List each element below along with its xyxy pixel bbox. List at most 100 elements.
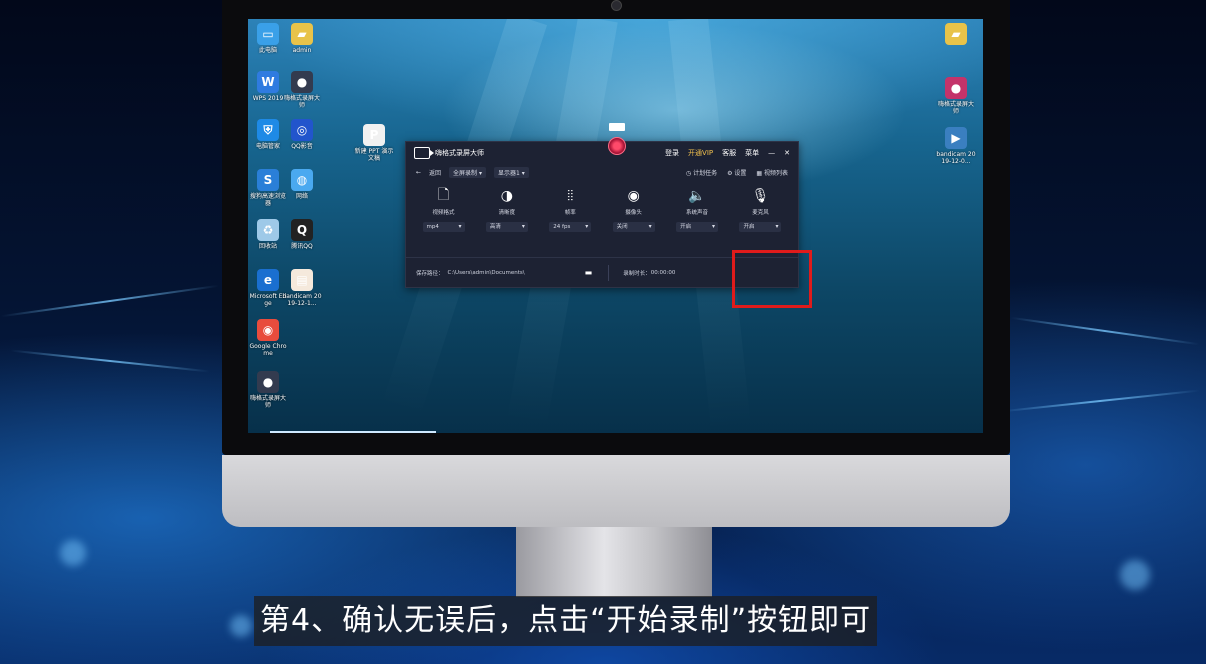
desktop-icon[interactable]: ◉ Google Chrome: [248, 319, 288, 357]
feature-label: 视频格式: [432, 210, 455, 216]
feature-framerate: ⦙⦙ 帧率 24 fps: [543, 186, 598, 232]
desktop-icon[interactable]: ◎ QQ影音: [282, 119, 322, 150]
desktop-icon-label: 嗨格式录屏大师: [283, 95, 320, 109]
desktop-icon-label: bandicam 2019-12-0...: [936, 151, 976, 165]
close-button[interactable]: ✕: [784, 149, 790, 157]
computer-icon: ▭: [257, 23, 279, 45]
vip-link[interactable]: 开通VIP: [688, 148, 713, 158]
clock-icon: ◷: [685, 169, 694, 177]
schedule-label: 计划任务: [693, 169, 718, 177]
service-link[interactable]: 客服: [722, 148, 736, 158]
back-arrow-icon[interactable]: ←: [416, 169, 421, 176]
system-audio-dropdown[interactable]: 开启: [676, 222, 719, 232]
desktop-icon[interactable]: ▰ admin: [282, 23, 322, 54]
recycle-bin-icon: ♻: [257, 219, 279, 241]
feature-label: 清晰度: [498, 210, 516, 216]
highlight-box: [732, 250, 812, 308]
feature-row: 🗋 视频格式 mp4 ◑ 清晰度 高清 ⦙⦙ 帧率 24 fps ◉ 摄像头 关…: [406, 180, 798, 232]
desktop-icon[interactable]: ▤ bandicam 2019-12-1...: [282, 269, 322, 307]
app-title: 嗨格式录屏大师: [435, 149, 484, 157]
folder-icon: ▰: [945, 23, 967, 45]
grid-icon: ▦: [756, 169, 764, 177]
recorder-icon: ●: [291, 71, 313, 93]
desktop-icon[interactable]: ▰: [936, 23, 976, 47]
desktop-icon[interactable]: ▶ bandicam 2019-12-0...: [936, 127, 976, 165]
taskbar-indicator: [270, 431, 436, 433]
desktop-icon-label: 嗨格式录屏大师: [249, 395, 286, 409]
desktop-icon-label: admin: [292, 47, 312, 54]
schedule-button[interactable]: ◷ 计划任务: [686, 168, 717, 177]
feature-system-audio: 🔈 系统声音 开启: [670, 186, 725, 232]
settings-label: 设置: [734, 169, 747, 177]
menu-link[interactable]: 菜单: [745, 148, 759, 158]
monitor-chin: [222, 455, 1010, 527]
login-link[interactable]: 登录: [665, 148, 679, 158]
desktop-icon[interactable]: ● 嗨格式录屏大师: [282, 71, 322, 109]
feature-label: 帧率: [564, 210, 576, 216]
back-button[interactable]: 返回: [429, 168, 441, 177]
wps-icon: W: [257, 71, 279, 93]
user-folder-icon: ▰: [291, 23, 313, 45]
quality-dropdown[interactable]: 高清: [485, 222, 528, 232]
image-file-icon: ▤: [291, 269, 313, 291]
feature-label: 系统声音: [686, 210, 709, 216]
duration-value: 00:00:00: [650, 269, 676, 276]
desktop-icon[interactable]: P 新建 PPT 演示文稿: [354, 124, 394, 162]
desktop-icon-label: QQ影音: [291, 143, 313, 150]
desktop-icon-label: 嗨格式录屏大师: [937, 101, 974, 115]
camera-icon: ◉: [627, 188, 640, 204]
desktop-icon-label: 网络: [295, 193, 308, 200]
feature-label: 麦克风: [752, 210, 769, 216]
feature-microphone: 🎙 麦克风 开启: [733, 186, 788, 232]
light-streak: [10, 349, 210, 373]
settings-button[interactable]: ⚙ 设置: [727, 168, 746, 177]
save-path-value: C:\Users\admin\Documents\: [447, 269, 525, 276]
video-file-icon: ▶: [945, 127, 967, 149]
feature-camera: ◉ 摄像头 关闭: [606, 186, 661, 232]
desktop-icon[interactable]: ◍ 网络: [282, 169, 322, 200]
network-icon: ◍: [291, 169, 313, 191]
desktop-icon-label: 腾讯QQ: [291, 243, 313, 250]
desktop-icon[interactable]: Q 腾讯QQ: [282, 219, 322, 250]
browser-icon: S: [257, 169, 279, 191]
minimize-button[interactable]: —: [768, 149, 775, 157]
waveform-icon: ⦙⦙: [567, 188, 574, 204]
video-list-button[interactable]: ▦ 视频列表: [756, 168, 788, 177]
light-streak: [1010, 316, 1200, 346]
desktop-icon-label: Google Chrome: [249, 343, 287, 357]
light-streak: [1000, 389, 1200, 413]
display-value: 显示器1: [497, 169, 520, 177]
recorder-icon: ●: [257, 371, 279, 393]
mode-value: 全屏录制: [453, 169, 478, 177]
subtitle-caption: 第4、确认无误后，点击“开始录制”按钮即可: [254, 596, 878, 646]
start-record-button[interactable]: [608, 137, 626, 155]
desktop-icon[interactable]: ● 嗨格式录屏大师: [248, 371, 288, 409]
desktop-screen: ▭ 此电脑 ▰ admin W WPS 2019 ● 嗨格式录屏大师 ⛨ 电脑管家 ◎ QQ影音 P 新建…: [248, 19, 983, 433]
desktop-icon[interactable]: ● 嗨格式录屏大师: [936, 77, 976, 115]
ppt-file-icon: P: [363, 124, 385, 146]
save-path-label: 保存路径：: [416, 270, 444, 277]
contrast-icon: ◑: [500, 188, 513, 204]
chrome-icon: ◉: [257, 319, 279, 341]
framerate-dropdown[interactable]: 24 fps: [549, 222, 592, 232]
webcam-icon: [611, 0, 622, 11]
recorder-icon: ●: [945, 77, 967, 99]
divider: [608, 264, 610, 281]
microphone-dropdown[interactable]: 开启: [739, 222, 782, 232]
shield-icon: ⛨: [257, 119, 279, 141]
folder-icon[interactable]: ▬: [585, 268, 593, 277]
camera-dropdown[interactable]: 关闭: [612, 222, 655, 232]
display-select[interactable]: 显示器1 ▾: [493, 166, 529, 178]
title-bar: 嗨格式录屏大师 登录 开通VIP 客服 菜单 — ✕: [406, 142, 798, 164]
feature-label: 摄像头: [625, 210, 642, 216]
format-dropdown[interactable]: mp4: [422, 222, 465, 232]
desktop-icon-label: bandicam 2019-12-1...: [282, 293, 322, 307]
feature-quality: ◑ 清晰度 高清: [479, 186, 534, 232]
mini-window-tab[interactable]: [609, 123, 625, 131]
bokeh-dot: [60, 540, 86, 566]
monitor-stand: [516, 527, 712, 597]
mode-select[interactable]: 全屏录制 ▾: [449, 166, 486, 178]
speaker-icon: 🔈: [688, 188, 706, 204]
bokeh-dot: [1120, 560, 1150, 590]
bokeh-dot: [230, 615, 252, 637]
